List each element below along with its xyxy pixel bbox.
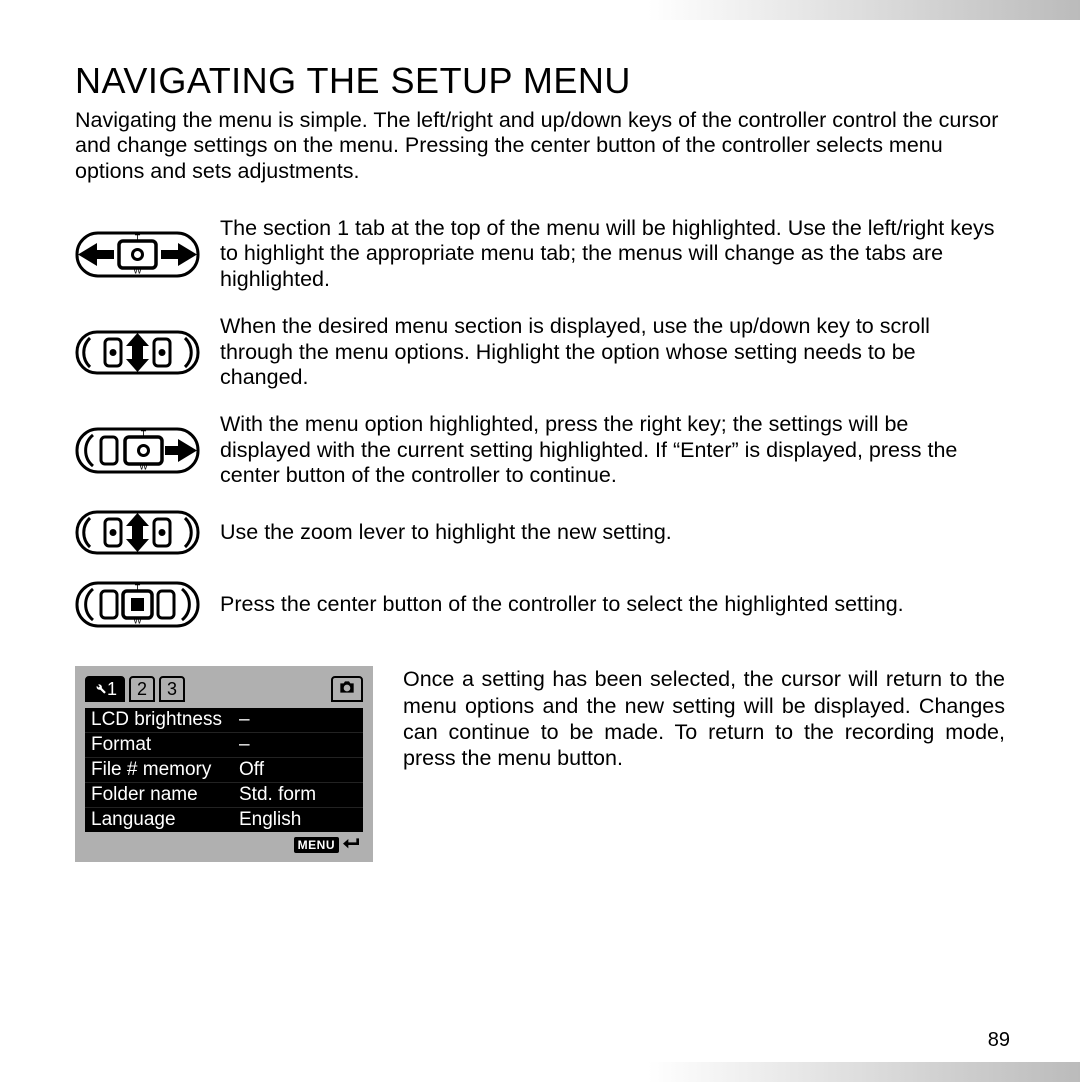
intro-paragraph: Navigating the menu is simple. The left/… xyxy=(75,108,1005,184)
lcd-tab-2: 2 xyxy=(129,676,155,702)
page-content: NAVIGATING THE SETUP MENU Navigating the… xyxy=(75,60,1005,862)
lcd-footer: MENU xyxy=(85,832,363,856)
lcd-screenshot: 1 2 3 LCD brightness – Format – xyxy=(75,666,373,862)
dpad-center-icon: T W xyxy=(75,577,200,632)
step-text: With the menu option highlighted, press … xyxy=(220,412,1005,488)
lcd-row: Language English xyxy=(85,808,363,832)
svg-text:W: W xyxy=(133,265,142,275)
dpad-left-right-icon: T W xyxy=(75,227,200,282)
step-item: Use the zoom lever to highlight the new … xyxy=(75,510,1005,555)
lcd-row-label: Folder name xyxy=(91,784,239,806)
svg-text:T: T xyxy=(141,429,147,439)
wrench-icon xyxy=(93,678,107,700)
step-item: T W The section 1 tab at the top of the … xyxy=(75,216,1005,292)
dpad-right-icon: T W xyxy=(75,423,200,478)
lcd-row-value: – xyxy=(239,734,357,756)
lcd-tab-1: 1 xyxy=(85,676,125,702)
svg-text:T: T xyxy=(135,233,141,243)
final-paragraph: Once a setting has been selected, the cu… xyxy=(403,666,1005,771)
lcd-row-value: Std. form xyxy=(239,784,357,806)
lcd-tab-3: 3 xyxy=(159,676,185,702)
lcd-row: Format – xyxy=(85,733,363,758)
step-item: T W With the menu option highlighted, pr… xyxy=(75,412,1005,488)
camera-icon xyxy=(339,678,355,700)
dpad-up-down-icon xyxy=(75,330,200,375)
step-text: Press the center button of the controlle… xyxy=(220,592,1005,617)
svg-text:W: W xyxy=(139,461,148,471)
lcd-row-label: Language xyxy=(91,809,239,831)
final-row: 1 2 3 LCD brightness – Format – xyxy=(75,666,1005,862)
svg-text:T: T xyxy=(135,583,141,593)
bottom-gradient xyxy=(0,1062,1080,1082)
lcd-row: File # memory Off xyxy=(85,758,363,783)
lcd-row-label: File # memory xyxy=(91,759,239,781)
step-text: When the desired menu section is display… xyxy=(220,314,1005,390)
lcd-row-label: Format xyxy=(91,734,239,756)
step-item: When the desired menu section is display… xyxy=(75,314,1005,390)
lcd-row-label: LCD brightness xyxy=(91,709,239,731)
lcd-tab-camera xyxy=(331,676,363,702)
page-number: 89 xyxy=(988,1029,1010,1052)
return-icon xyxy=(343,836,359,855)
lcd-row-value: English xyxy=(239,809,357,831)
lcd-body: LCD brightness – Format – File # memory … xyxy=(85,708,363,832)
step-item: T W Press the center button of the contr… xyxy=(75,577,1005,632)
dpad-up-down-icon xyxy=(75,510,200,555)
menu-badge: MENU xyxy=(294,837,339,853)
lcd-row-value: Off xyxy=(239,759,357,781)
lcd-row-value: – xyxy=(239,709,357,731)
steps-list: T W The section 1 tab at the top of the … xyxy=(75,216,1005,632)
top-gradient xyxy=(0,0,1080,20)
lcd-row: LCD brightness – xyxy=(85,708,363,733)
step-text: The section 1 tab at the top of the menu… xyxy=(220,216,1005,292)
svg-text:W: W xyxy=(133,616,142,626)
lcd-tab-label: 1 xyxy=(107,678,117,700)
page-title: NAVIGATING THE SETUP MENU xyxy=(75,60,1005,102)
step-text: Use the zoom lever to highlight the new … xyxy=(220,520,1005,545)
lcd-tabs: 1 2 3 xyxy=(85,676,363,702)
lcd-row: Folder name Std. form xyxy=(85,783,363,808)
